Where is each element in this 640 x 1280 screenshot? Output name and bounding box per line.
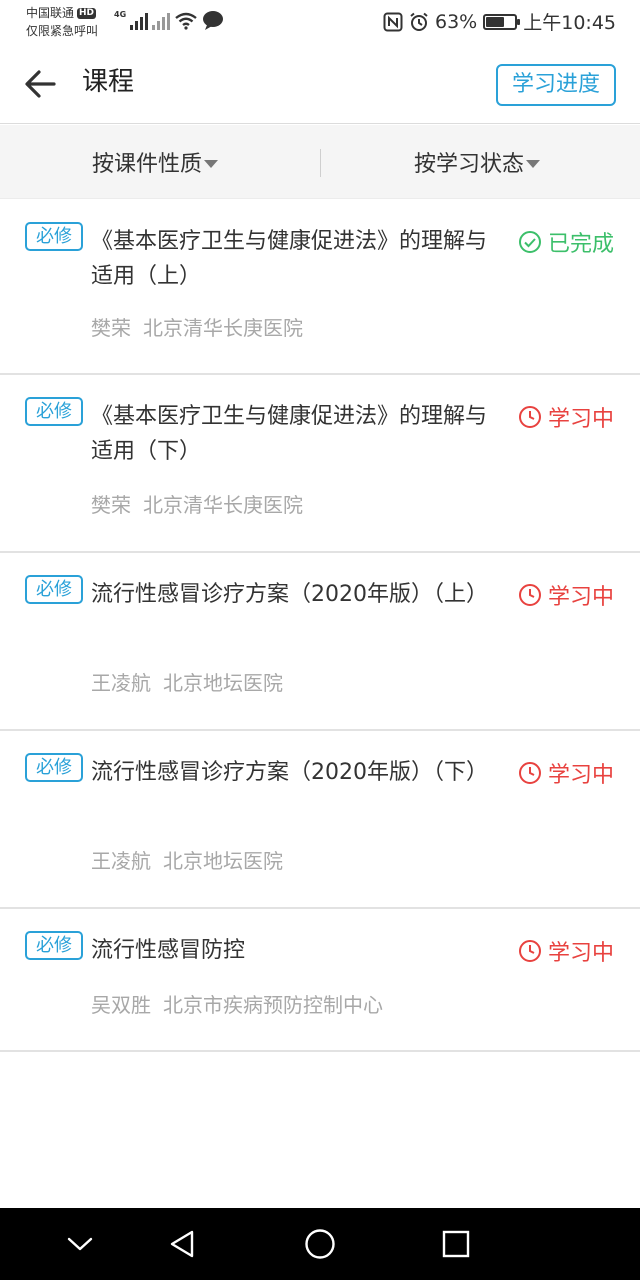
course-meta: 樊荣 北京清华长庚医院: [91, 312, 303, 341]
course-status: 学习中: [518, 579, 614, 611]
course-title: 《基本医疗卫生与健康促进法》的理解与适用（上）: [91, 229, 488, 289]
clock-icon: [518, 762, 541, 784]
course-title: 流行性感冒诊疗方案（2020年版）（上）: [91, 582, 488, 607]
nav-back-button[interactable]: [162, 1224, 202, 1264]
battery-icon: [483, 13, 521, 30]
status-bar: 中国联通 HD 仅限紧急呼叫 4G 63% 上午10:45: [0, 0, 640, 44]
clock-icon: [518, 406, 541, 428]
back-triangle-icon: [170, 1230, 194, 1258]
recents-square-icon: [442, 1230, 470, 1258]
course-status-label: 已完成: [547, 232, 614, 257]
course-meta: 王凌航 北京地坛医院: [91, 845, 283, 874]
course-institution: 北京地坛医院: [163, 849, 283, 873]
nfc-icon: [383, 12, 403, 31]
course-item[interactable]: 必修 流行性感冒防控 吴双胜 北京市疾病预防控制中心 学习中: [0, 909, 640, 1052]
clock-icon: [518, 584, 541, 606]
course-title: 《基本医疗卫生与健康促进法》的理解与适用（下）: [91, 404, 488, 464]
carrier-info: 中国联通 HD 仅限紧急呼叫: [26, 4, 98, 40]
signal-strength-no-sim-icon: [152, 12, 171, 30]
required-badge: 必修: [25, 222, 83, 251]
course-institution: 北京市疾病预防控制中心: [163, 993, 383, 1017]
course-status-label: 学习中: [547, 585, 614, 610]
course-lecturer: 吴双胜: [91, 993, 151, 1017]
carrier-name: 中国联通: [26, 6, 75, 20]
emergency-text: 仅限紧急呼叫: [26, 24, 99, 38]
battery-percent: 63%: [435, 10, 478, 33]
home-circle-icon: [305, 1229, 335, 1259]
course-institution: 北京地坛医院: [163, 671, 283, 695]
required-badge: 必修: [25, 931, 83, 960]
required-badge: 必修: [25, 397, 83, 426]
network-type-label: 4G: [114, 10, 127, 19]
back-button[interactable]: [22, 66, 58, 102]
course-title: 流行性感冒诊疗方案（2020年版）（下）: [91, 760, 488, 785]
course-lecturer: 樊荣: [91, 493, 131, 517]
course-lecturer: 王凌航: [91, 849, 151, 873]
signal-icons: 4G: [114, 10, 224, 30]
caret-down-icon: [204, 160, 219, 168]
hide-nav-button[interactable]: [60, 1224, 100, 1264]
filter-by-type-label: 按课件性质: [92, 152, 203, 177]
course-status: 学习中: [518, 935, 614, 967]
course-list: 必修 《基本医疗卫生与健康促进法》的理解与适用（上） 樊荣 北京清华长庚医院 已完…: [0, 200, 640, 1052]
course-title: 流行性感冒防控: [91, 938, 246, 963]
course-item[interactable]: 必修 流行性感冒诊疗方案（2020年版）（下） 王凌航 北京地坛医院 学习中: [0, 731, 640, 909]
back-arrow-icon: [25, 70, 56, 98]
clock-icon: [518, 940, 541, 962]
course-meta: 樊荣 北京清华长庚医院: [91, 489, 303, 518]
course-status-label: 学习中: [547, 407, 614, 432]
course-meta: 吴双胜 北京市疾病预防控制中心: [91, 989, 383, 1018]
course-status: 学习中: [518, 757, 614, 789]
filter-by-status-dropdown[interactable]: 按学习状态: [414, 125, 541, 199]
course-status: 已完成: [518, 226, 614, 258]
navigation-bar: [0, 1208, 640, 1280]
app-header: 课程 学习进度: [0, 44, 640, 124]
page-title: 课程: [82, 67, 135, 97]
hd-badge: HD: [77, 7, 97, 19]
course-lecturer: 王凌航: [91, 671, 151, 695]
required-badge: 必修: [25, 575, 83, 604]
course-institution: 北京清华长庚医院: [143, 316, 303, 340]
course-status-label: 学习中: [547, 941, 614, 966]
course-item[interactable]: 必修 流行性感冒诊疗方案（2020年版）（上） 王凌航 北京地坛医院 学习中: [0, 553, 640, 731]
nav-recents-button[interactable]: [436, 1224, 476, 1264]
course-lecturer: 樊荣: [91, 316, 131, 340]
course-meta: 王凌航 北京地坛医院: [91, 667, 283, 696]
caret-down-icon: [526, 160, 541, 168]
course-status-label: 学习中: [547, 763, 614, 788]
filter-divider: [320, 149, 321, 177]
course-item[interactable]: 必修 《基本医疗卫生与健康促进法》的理解与适用（上） 樊荣 北京清华长庚医院 已完…: [0, 200, 640, 375]
message-bubble-icon: [203, 11, 224, 30]
alarm-icon: [410, 12, 428, 31]
chevron-down-icon: [67, 1237, 93, 1251]
filter-by-type-dropdown[interactable]: 按课件性质: [92, 125, 219, 199]
course-status: 学习中: [518, 401, 614, 433]
learning-progress-button[interactable]: 学习进度: [496, 64, 616, 106]
nav-home-button[interactable]: [300, 1224, 340, 1264]
filter-by-status-label: 按学习状态: [414, 152, 525, 177]
course-item[interactable]: 必修 《基本医疗卫生与健康促进法》的理解与适用（下） 樊荣 北京清华长庚医院 学习…: [0, 375, 640, 553]
status-right: 63% 上午10:45: [383, 8, 616, 35]
required-badge: 必修: [25, 753, 83, 782]
course-institution: 北京清华长庚医院: [143, 493, 303, 517]
wifi-icon: [175, 12, 197, 30]
signal-strength-icon: [130, 12, 149, 30]
check-circle-icon: [518, 231, 541, 253]
clock-time: 上午10:45: [523, 12, 616, 34]
filter-bar: 按课件性质 按学习状态: [0, 125, 640, 199]
